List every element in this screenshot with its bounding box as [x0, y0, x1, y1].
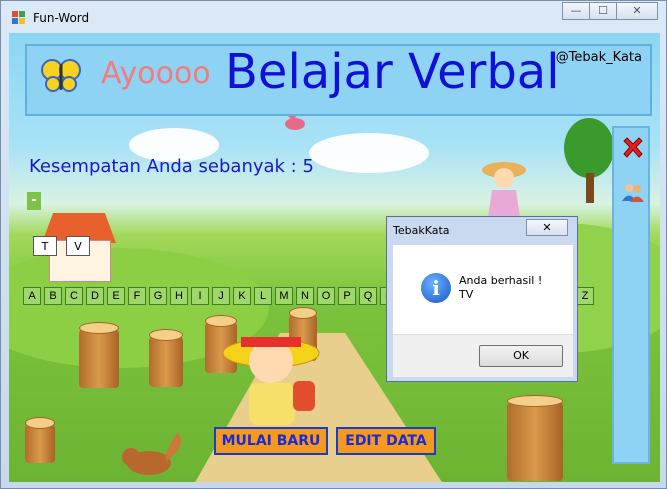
dialog-title: TebakKata: [393, 224, 450, 237]
users-icon[interactable]: [621, 180, 645, 204]
chances-label: Kesempatan Anda sebanyak : 5: [29, 156, 314, 177]
letter-button-g[interactable]: G: [149, 287, 167, 305]
letter-button-k[interactable]: K: [233, 287, 251, 305]
tree-stump: [149, 329, 183, 387]
cloud: [309, 133, 429, 173]
brand-tag: @Tebak_Kata: [555, 50, 642, 65]
letter-button-d[interactable]: D: [86, 287, 104, 305]
app-icon: [12, 11, 25, 24]
message-dialog: TebakKata ✕ i Anda berhasil ! TV OK: [386, 216, 578, 382]
dialog-footer: OK: [393, 334, 573, 377]
dialog-word: TV: [459, 288, 474, 301]
tree-stump: [507, 395, 563, 481]
edit-data-button[interactable]: EDIT DATA: [336, 427, 436, 455]
butterfly-icon: [41, 59, 81, 92]
dialog-message: Anda berhasil !: [459, 274, 543, 287]
letter-button-p[interactable]: P: [338, 287, 356, 305]
side-panel: [612, 126, 650, 464]
minimize-button[interactable]: —: [562, 2, 590, 20]
title-bar: Fun-Word — ☐ ✕: [1, 1, 666, 33]
ayo-text: Ayoooo: [101, 56, 211, 91]
tree-stump: [79, 322, 119, 388]
letter-button-i[interactable]: I: [191, 287, 209, 305]
dialog-body: i Anda berhasil ! TV OK: [393, 245, 573, 377]
letter-button-f[interactable]: F: [128, 287, 146, 305]
letter-button-q[interactable]: Q: [359, 287, 377, 305]
child-character: [222, 337, 320, 425]
header-banner: Ayoooo Belajar Verbal @Tebak_Kata: [25, 44, 652, 116]
answer-slot: V: [66, 236, 90, 256]
letter-button-h[interactable]: H: [170, 287, 188, 305]
letter-button-o[interactable]: O: [317, 287, 335, 305]
letter-button-e[interactable]: E: [107, 287, 125, 305]
hint-label: -: [27, 192, 41, 210]
maximize-button[interactable]: ☐: [589, 2, 617, 20]
letter-button-b[interactable]: B: [44, 287, 62, 305]
new-game-button[interactable]: MULAI BARU: [214, 427, 328, 455]
letter-button-a[interactable]: A: [23, 287, 41, 305]
close-button[interactable]: ✕: [616, 2, 658, 20]
info-icon: i: [421, 273, 451, 303]
letter-button-j[interactable]: J: [212, 287, 230, 305]
letter-button-c[interactable]: C: [65, 287, 83, 305]
letter-button-n[interactable]: N: [296, 287, 314, 305]
letter-button-l[interactable]: L: [254, 287, 272, 305]
tree-trunk: [586, 173, 594, 203]
banner-title: Belajar Verbal: [225, 44, 560, 100]
close-x-icon[interactable]: [621, 136, 645, 160]
squirrel: [122, 433, 182, 475]
tree: [564, 118, 614, 178]
letter-button-m[interactable]: M: [275, 287, 293, 305]
ok-button[interactable]: OK: [479, 345, 563, 367]
dialog-close-button[interactable]: ✕: [526, 219, 568, 236]
window-title: Fun-Word: [33, 11, 90, 25]
tree-stump: [25, 417, 55, 463]
answer-slot: T: [33, 236, 57, 256]
letter-button-z[interactable]: Z: [576, 287, 594, 305]
